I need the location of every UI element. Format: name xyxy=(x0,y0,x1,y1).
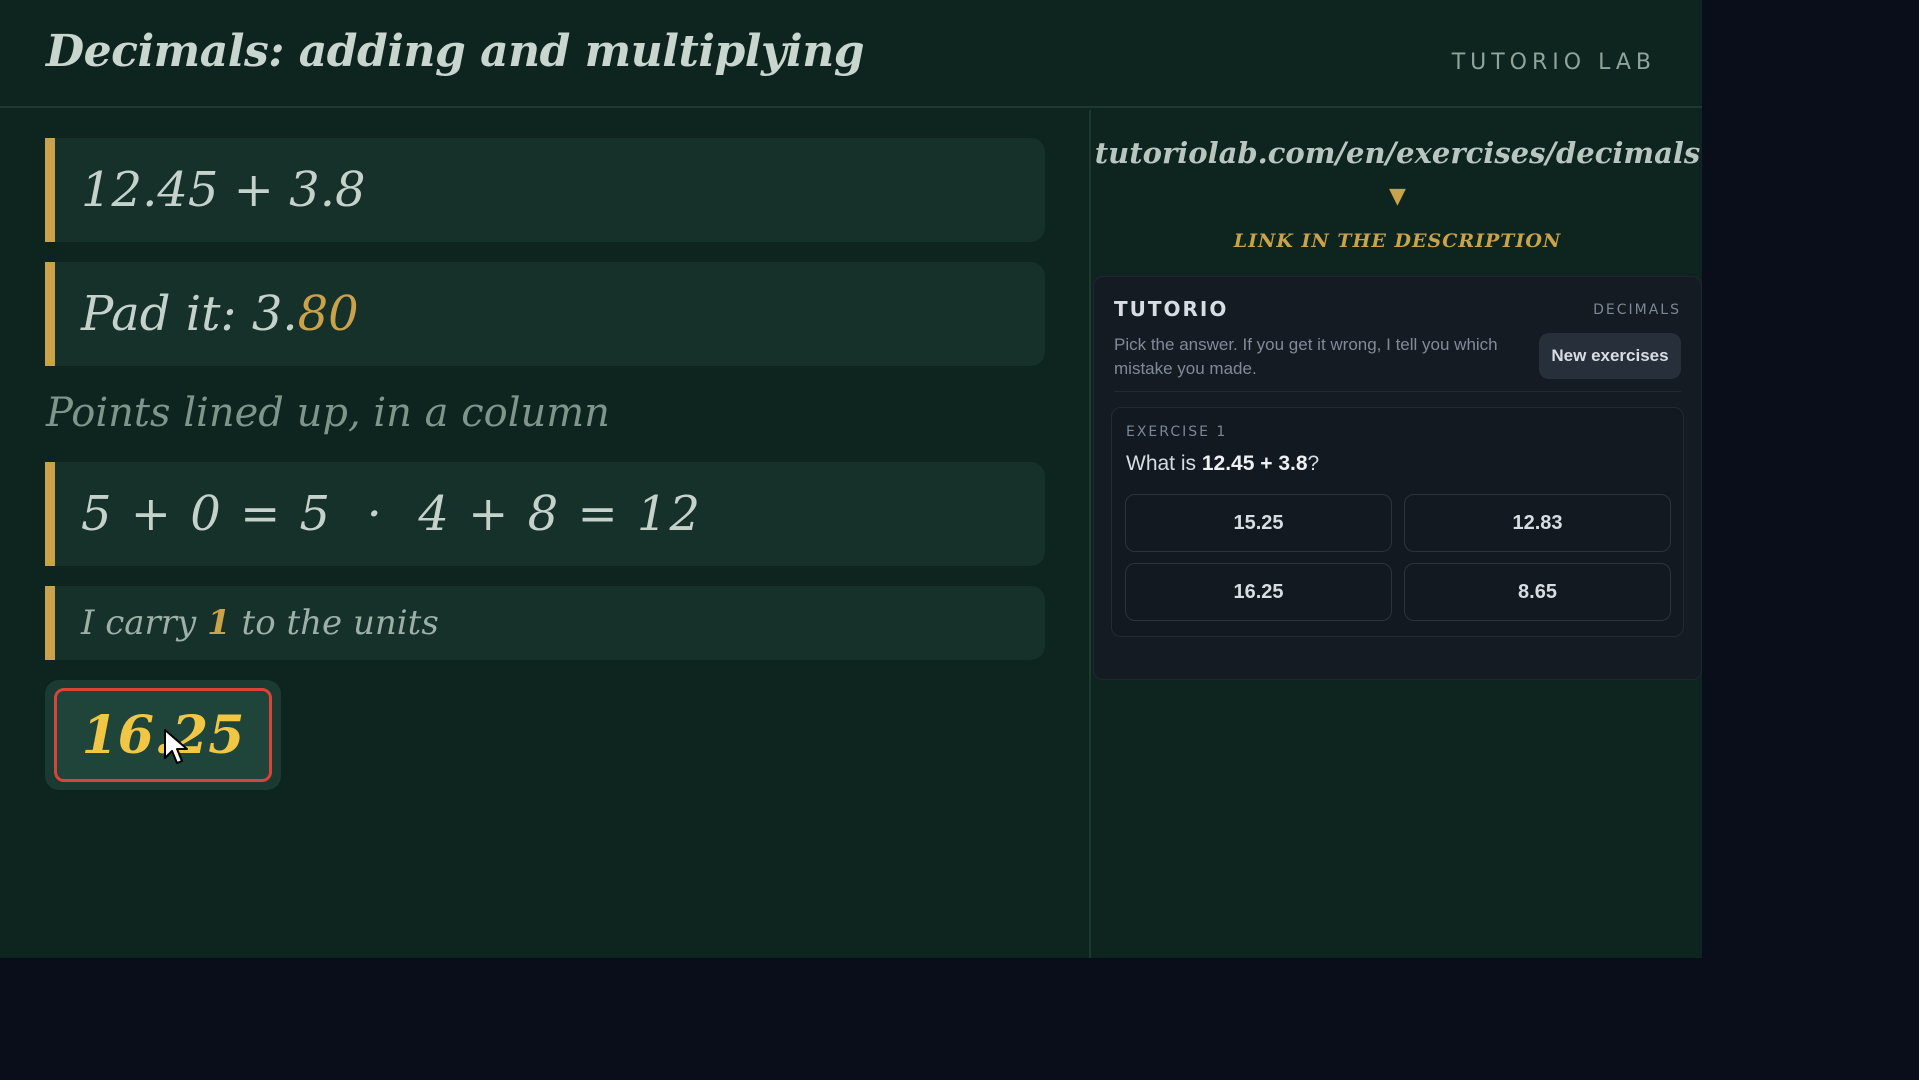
lesson-header: Decimals: adding and multiplying TUTORIO… xyxy=(0,0,1702,108)
mouse-pointer-icon xyxy=(164,729,188,764)
widget-topic-tag: DECIMALS xyxy=(1593,302,1681,318)
answer-option-button[interactable]: 8.65 xyxy=(1404,563,1671,621)
promo-panel: tutoriolab.com/en/exercises/decimals ▼ L… xyxy=(1093,110,1702,276)
answer-option-button[interactable]: 15.25 xyxy=(1125,494,1392,552)
lesson-title: Decimals: adding and multiplying xyxy=(46,26,865,77)
question-expression: 12.45 + 3.8 xyxy=(1201,452,1308,475)
step-expression-text: 12.45 + 3.8 xyxy=(81,162,366,218)
exercise-question: What is 12.45 + 3.8? xyxy=(1126,452,1319,476)
step-carry-prefix: I carry xyxy=(81,603,208,643)
step-expression: 12.45 + 3.8 xyxy=(45,138,1045,242)
step-pad-highlight: 80 xyxy=(297,286,359,342)
promo-url: tutoriolab.com/en/exercises/decimals xyxy=(1094,136,1701,170)
question-prefix: What is xyxy=(1126,452,1202,475)
widget-divider xyxy=(1114,391,1681,392)
column-note: Points lined up, in a column xyxy=(46,390,610,436)
step-pad-prefix: Pad it: 3. xyxy=(81,286,298,342)
chalkboard: 12.45 + 3.8 Pad it: 3. 80 Points lined up… xyxy=(0,110,1091,958)
step-carry-suffix: to the units xyxy=(230,603,439,643)
down-arrow-icon: ▼ xyxy=(1389,184,1406,209)
widget-description: Pick the answer. If you get it wrong, I … xyxy=(1114,335,1498,378)
exercise-widget: TUTORIO DECIMALS Pick the answer. If you… xyxy=(1093,276,1702,680)
answer-option-button[interactable]: 16.25 xyxy=(1125,563,1392,621)
step-carry: I carry 1 to the units xyxy=(45,586,1045,660)
exercise-label: EXERCISE 1 xyxy=(1126,424,1228,440)
answer-option-button[interactable]: 12.83 xyxy=(1404,494,1671,552)
step-pad: Pad it: 3. 80 xyxy=(45,262,1045,366)
brand-label: TUTORIO LAB xyxy=(1451,50,1656,75)
widget-brand: TUTORIO xyxy=(1114,297,1229,321)
promo-cta: LINK IN THE DESCRIPTION xyxy=(1233,230,1562,252)
lesson-stage: Decimals: adding and multiplying TUTORIO… xyxy=(0,0,1702,958)
step-column-sums-text: 5 + 0 = 5 · 4 + 8 = 12 xyxy=(81,486,702,542)
step-carry-highlight: 1 xyxy=(207,603,231,643)
new-exercises-button[interactable]: New exercises xyxy=(1539,333,1681,379)
exercise-card: EXERCISE 1 What is 12.45 + 3.8? 15.25 12… xyxy=(1111,407,1684,637)
step-column-sums: 5 + 0 = 5 · 4 + 8 = 12 xyxy=(45,462,1045,566)
question-suffix: ? xyxy=(1307,452,1320,475)
